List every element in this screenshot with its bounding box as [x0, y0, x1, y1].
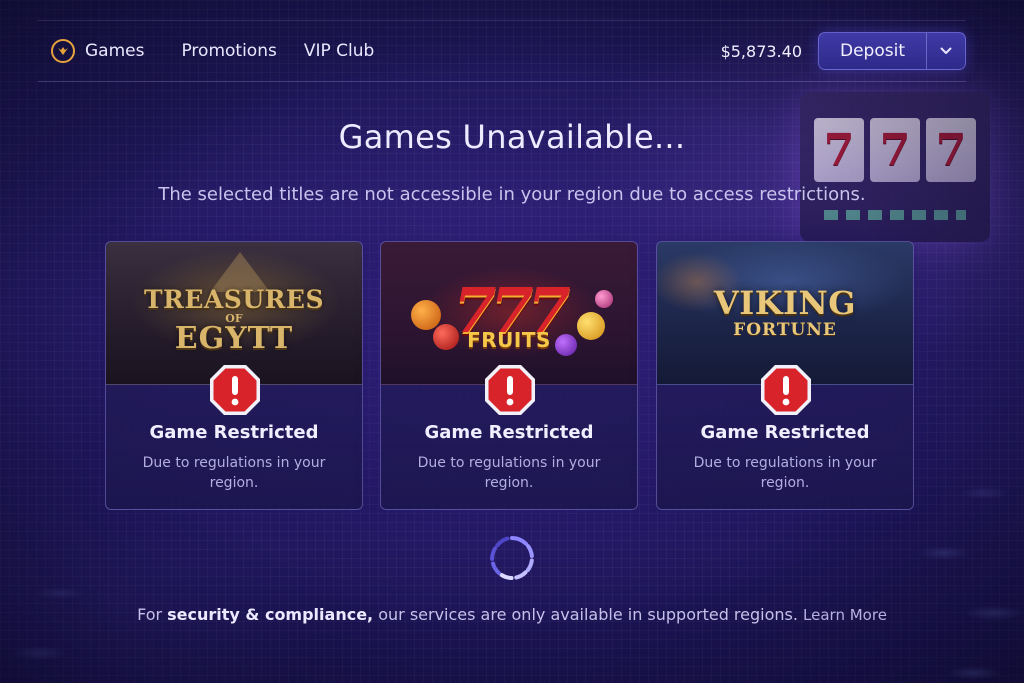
game-card-viking-fortune[interactable]: VIKING FORTUNE Game Restricted Due to re… [656, 241, 914, 510]
game-logo-text: FORTUNE [733, 320, 837, 340]
restricted-description: Due to regulations in your region. [142, 455, 326, 491]
learn-more-link[interactable]: Learn More [803, 606, 887, 624]
game-card-treasures-of-egytt[interactable]: TREASURES OF EGYTT Game Restricted Due t… [105, 241, 363, 510]
nav-link-games[interactable]: Games [85, 41, 144, 61]
game-logo-text: TREASURES [143, 284, 325, 314]
nav-link-vip-club[interactable]: VIP Club [304, 41, 374, 61]
nav-link-promotions[interactable]: Promotions [181, 41, 276, 61]
footer-text: our services are only available in suppo… [378, 605, 798, 624]
restricted-label: Game Restricted [700, 422, 870, 443]
deposit-button[interactable]: Deposit [819, 33, 926, 69]
page-title: Games Unavailable... [338, 118, 686, 156]
restricted-description: Due to regulations in your region. [693, 455, 877, 491]
restricted-label: Game Restricted [149, 422, 319, 443]
chevron-down-icon[interactable] [926, 33, 965, 69]
restricted-label: Game Restricted [424, 422, 594, 443]
background-chips [0, 483, 120, 683]
game-card-777-fruits[interactable]: 777 FRUITS Game Restricted Due to regula… [380, 241, 638, 510]
page-subtitle: The selected titles are not accessible i… [158, 184, 866, 205]
footer-prefix: For [137, 605, 163, 624]
logo-icon[interactable] [51, 39, 75, 63]
footer-emphasis: security & compliance, [167, 605, 374, 624]
deposit-split-button: Deposit [818, 32, 966, 70]
compliance-footer: For security & compliance, our services … [0, 605, 1024, 624]
loading-spinner-icon [490, 536, 534, 580]
game-logo-text: VIKING [713, 284, 857, 322]
account-balance: $5,873.40 [720, 41, 802, 61]
restricted-description: Due to regulations in your region. [417, 455, 601, 491]
game-logo-text: FRUITS [467, 328, 551, 352]
top-nav: Games Promotions VIP Club $5,873.40 Depo… [38, 20, 966, 82]
warning-octagon-icon [761, 365, 811, 415]
warning-octagon-icon [485, 365, 535, 415]
game-logo-text: EGYTT [174, 320, 294, 356]
warning-octagon-icon [210, 365, 260, 415]
background-slot-machine: 7 7 7 [800, 92, 990, 242]
